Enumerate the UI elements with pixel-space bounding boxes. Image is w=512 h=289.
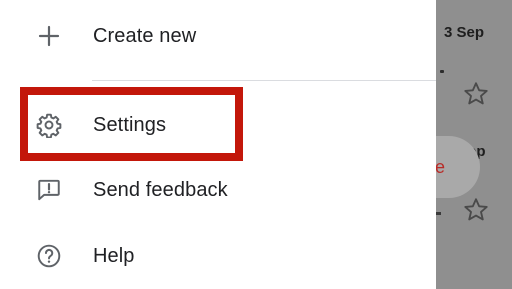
- star-icon[interactable]: [462, 80, 490, 108]
- compose-label-fragment: e: [435, 157, 446, 177]
- email-snippet-fragment: [436, 212, 441, 215]
- menu-item-help[interactable]: Help: [0, 228, 436, 284]
- email-date: 3 Sep: [444, 24, 485, 41]
- navigation-drawer: Create new Settings Send feedback Help: [0, 0, 436, 289]
- menu-label-help: Help: [93, 244, 135, 267]
- menu-label-send-feedback: Send feedback: [93, 178, 228, 201]
- menu-label-create-new: Create new: [93, 24, 197, 47]
- help-icon: [34, 241, 64, 271]
- menu-label-settings: Settings: [93, 113, 167, 136]
- menu-item-settings[interactable]: Settings: [0, 97, 436, 153]
- plus-icon: [34, 21, 64, 51]
- email-snippet-fragment: [440, 70, 444, 73]
- menu-item-create-new[interactable]: Create new: [0, 8, 436, 64]
- gear-icon: [34, 110, 64, 140]
- divider: [92, 80, 436, 81]
- star-icon[interactable]: [462, 196, 490, 224]
- menu-item-send-feedback[interactable]: Send feedback: [0, 162, 436, 218]
- feedback-icon: [34, 175, 64, 205]
